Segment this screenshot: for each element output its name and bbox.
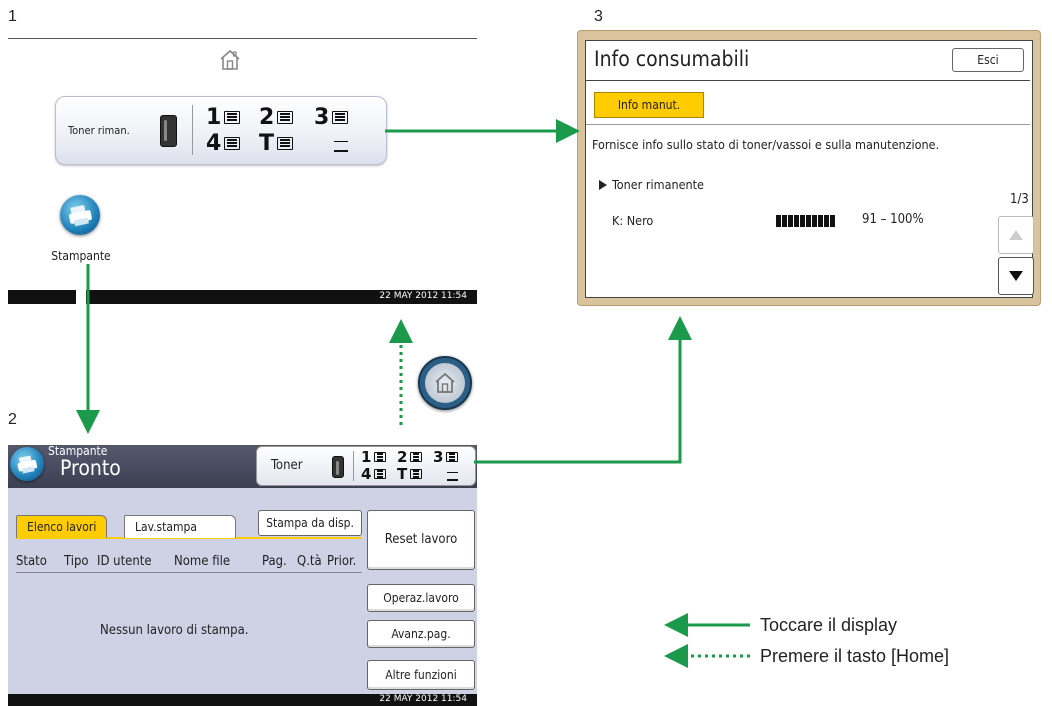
legend-press-home-key: Premere il tasto [Home] [760,646,950,666]
flow-arrows [76,119,750,668]
legend-touch-display: Toccare il display [760,615,898,635]
arrow-printer-toner-to-consumables [474,316,692,464]
